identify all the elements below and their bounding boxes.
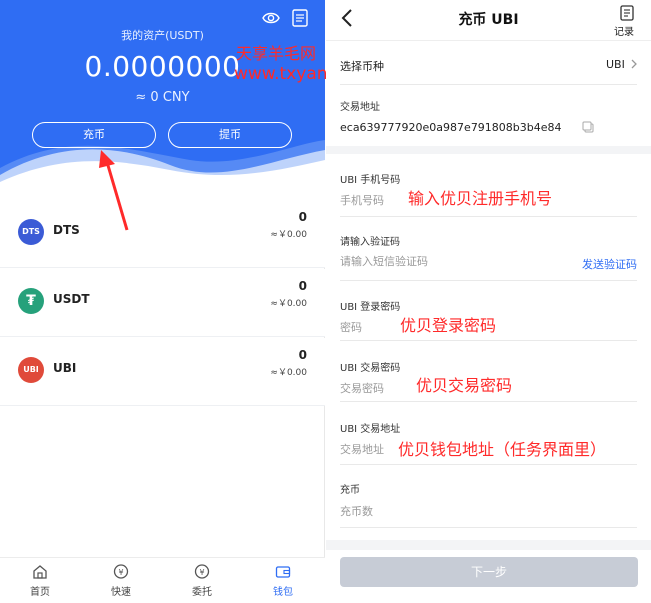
eye-icon[interactable] <box>262 10 280 26</box>
coin-row[interactable]: DTS DTS 0 ≈￥0.00 <box>0 200 325 268</box>
tab-label: 委托 <box>192 587 212 598</box>
tab-quick[interactable]: ¥ 快速 <box>91 564 151 598</box>
trade-password-label: UBI 交易密码 <box>340 363 401 374</box>
usdt-coin-icon: ₮ <box>18 288 44 314</box>
coin-amount: 0 <box>298 279 307 293</box>
login-password-input[interactable]: 密码 <box>340 319 362 335</box>
trade-address-input[interactable]: 交易地址 <box>340 441 384 457</box>
tab-label: 快速 <box>111 587 131 598</box>
withdraw-button[interactable]: 提币 <box>168 122 292 148</box>
send-code-button[interactable]: 发送验证码 <box>582 256 637 272</box>
currency-label: 选择币种 <box>340 60 384 73</box>
home-icon <box>33 565 47 579</box>
address-label: 交易地址 <box>340 102 380 113</box>
page-title: 充币 UBI <box>458 12 519 28</box>
coin-amount: 0 <box>298 210 307 224</box>
address-value: eca639777920e0a987e791808b3b4e84 <box>340 121 562 134</box>
divider <box>340 340 637 341</box>
document-icon[interactable] <box>292 9 308 27</box>
tab-entrust[interactable]: ¥ 委托 <box>172 564 232 598</box>
yen-circle-icon: ¥ <box>194 564 210 579</box>
coin-name: UBI <box>53 361 77 375</box>
coin-name: USDT <box>53 292 90 306</box>
tab-label: 首页 <box>30 587 50 598</box>
wallet-screen: 我的资产(USDT) 0.0000000 ≈ 0 CNY 充币 提币 天享羊毛网… <box>0 0 401 603</box>
yen-circle-icon: ¥ <box>113 564 129 579</box>
section-gap <box>326 146 651 154</box>
divider <box>340 216 637 217</box>
chevron-right-icon[interactable] <box>630 58 638 70</box>
svg-text:¥: ¥ <box>199 568 204 577</box>
ubi-coin-icon: UBI <box>18 357 44 383</box>
login-password-annotation: 优贝登录密码 <box>400 316 497 335</box>
asset-header: 我的资产(USDT) 0.0000000 ≈ 0 CNY 充币 提币 <box>0 0 325 200</box>
coin-cny-value: ≈￥0.00 <box>270 368 307 378</box>
divider <box>340 464 637 465</box>
svg-text:¥: ¥ <box>118 568 123 577</box>
code-label: 请输入验证码 <box>340 237 400 248</box>
coin-name: DTS <box>53 223 80 237</box>
code-input[interactable]: 请输入短信验证码 <box>340 253 428 269</box>
amount-label: 充币 <box>340 485 360 496</box>
record-link[interactable]: 记录 <box>614 23 634 38</box>
tab-wallet[interactable]: 钱包 <box>253 564 313 598</box>
wallet-icon <box>275 566 291 578</box>
coin-cny-value: ≈￥0.00 <box>270 230 307 240</box>
login-password-label: UBI 登录密码 <box>340 302 401 313</box>
trade-address-label: UBI 交易地址 <box>340 424 401 435</box>
currency-value[interactable]: UBI <box>606 58 625 71</box>
tab-label: 钱包 <box>273 587 293 598</box>
divider <box>340 527 637 528</box>
watermark-site-name: 天享羊毛网 <box>236 44 317 63</box>
phone-annotation: 输入优贝注册手机号 <box>408 189 553 208</box>
coin-cny-value: ≈￥0.00 <box>270 299 307 309</box>
deposit-screen: 充币 UBI 记录 选择币种 UBI 交易地址 eca639777920e0a9… <box>326 0 651 603</box>
record-icon[interactable] <box>620 5 634 21</box>
section-gap <box>326 540 651 550</box>
deposit-button[interactable]: 充币 <box>32 122 156 148</box>
coin-row[interactable]: ₮ USDT 0 ≈￥0.00 <box>0 269 325 337</box>
trade-address-annotation: 优贝钱包地址（任务界面里） <box>398 440 607 459</box>
trade-password-annotation: 优贝交易密码 <box>416 376 513 395</box>
divider <box>326 40 651 41</box>
copy-icon[interactable] <box>582 121 594 133</box>
dts-coin-icon: DTS <box>18 219 44 245</box>
coin-amount: 0 <box>298 348 307 362</box>
asset-cny: ≈ 0 CNY <box>135 90 190 105</box>
divider <box>340 401 637 402</box>
next-button[interactable]: 下一步 <box>340 557 638 587</box>
phone-input[interactable]: 手机号码 <box>340 192 384 208</box>
amount-input[interactable]: 充币数 <box>340 503 373 519</box>
trade-password-input[interactable]: 交易密码 <box>340 380 384 396</box>
divider <box>340 280 637 281</box>
annotation-arrow <box>99 150 129 231</box>
phone-label: UBI 手机号码 <box>340 175 401 186</box>
coin-row[interactable]: UBI UBI 0 ≈￥0.00 <box>0 338 325 406</box>
divider <box>340 84 637 85</box>
bottom-tab-bar: 首页 ¥ 快速 ¥ 委托 钱包 <box>0 557 325 603</box>
tab-home[interactable]: 首页 <box>10 564 70 598</box>
